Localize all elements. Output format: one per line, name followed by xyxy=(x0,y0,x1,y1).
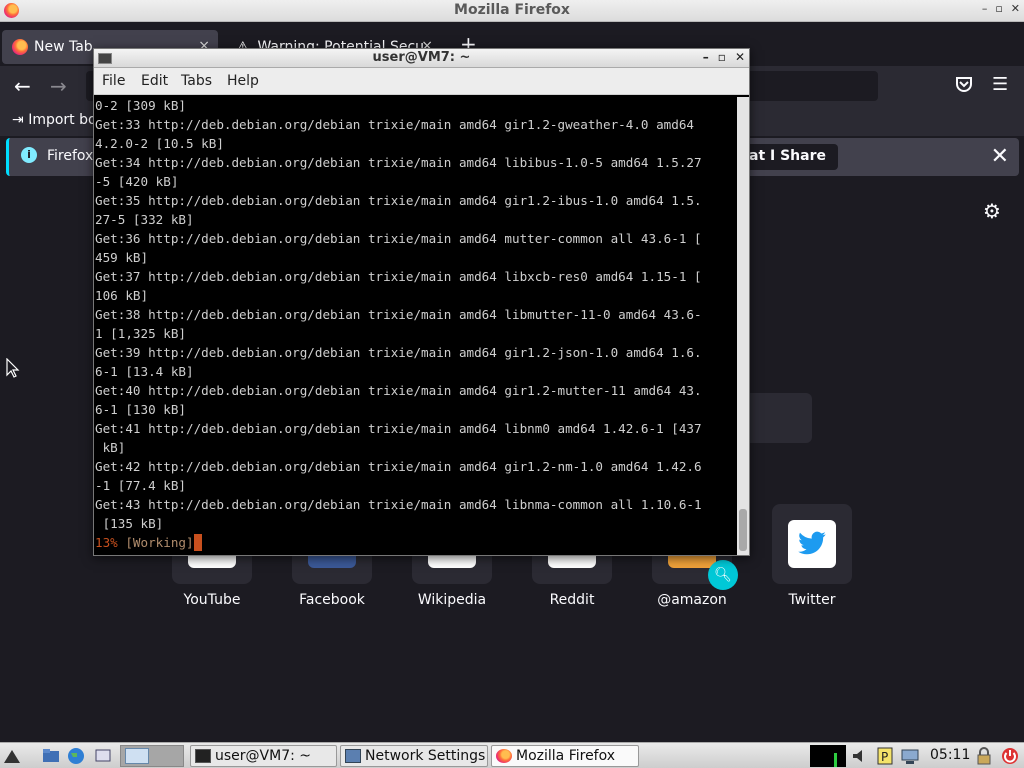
taskbar: user@VM7: ~ Network Settings Mozilla Fir… xyxy=(0,742,1024,768)
terminal-line: Get:43 http://deb.debian.org/debian trix… xyxy=(95,497,702,512)
hamburger-menu-icon[interactable]: ☰ xyxy=(992,74,1008,95)
terminal-line: 106 kB] xyxy=(95,288,149,303)
top-site-twitter[interactable]: Twitter xyxy=(752,504,872,608)
terminal-line: Get:34 http://deb.debian.org/debian trix… xyxy=(95,155,702,170)
menu-file[interactable]: File xyxy=(102,73,125,89)
terminal-line: [135 kB] xyxy=(95,516,164,531)
task-firefox[interactable]: Mozilla Firefox xyxy=(491,745,639,767)
show-desktop-icon[interactable] xyxy=(94,747,112,765)
import-bookmarks-button[interactable]: ⇥ Import bo xyxy=(12,112,97,128)
terminal-line: Get:38 http://deb.debian.org/debian trix… xyxy=(95,307,702,322)
terminal-line: Get:41 http://deb.debian.org/debian trix… xyxy=(95,421,702,436)
menu-tabs[interactable]: Tabs xyxy=(181,73,212,89)
top-site-label: @amazon xyxy=(657,592,727,608)
twitter-tile xyxy=(772,504,852,584)
terminal-line: 0-2 [309 kB] xyxy=(95,98,186,113)
minimize-icon[interactable]: – xyxy=(703,50,709,64)
info-icon: i xyxy=(21,147,37,163)
twitter-icon xyxy=(788,520,836,568)
terminal-line: Get:39 http://deb.debian.org/debian trix… xyxy=(95,345,702,360)
workspace-1[interactable] xyxy=(125,748,149,764)
terminal-icon xyxy=(195,749,211,763)
task-terminal[interactable]: user@VM7: ~ xyxy=(190,745,337,767)
maximize-icon[interactable]: ▫ xyxy=(995,2,1002,15)
notice-text: Firefox xyxy=(47,148,94,164)
gear-icon[interactable]: ⚙ xyxy=(983,199,1001,223)
top-site-label: Facebook xyxy=(299,592,365,608)
terminal-menubar: File Edit Tabs Help xyxy=(94,68,749,95)
terminal-line: 1 [1,325 kB] xyxy=(95,326,186,341)
menu-edit[interactable]: Edit xyxy=(141,73,168,89)
terminal-line: 6-1 [13.4 kB] xyxy=(95,364,194,379)
close-icon[interactable]: ✕ xyxy=(1011,2,1020,15)
text-cursor xyxy=(193,534,202,551)
top-site-label: Wikipedia xyxy=(417,592,487,608)
close-icon[interactable]: ✕ xyxy=(735,50,745,64)
terminal-line: Get:40 http://deb.debian.org/debian trix… xyxy=(95,383,702,398)
firefox-favicon-icon xyxy=(12,39,28,55)
web-browser-icon[interactable] xyxy=(67,747,85,765)
terminal-line: 6-1 [130 kB] xyxy=(95,402,186,417)
firefox-icon xyxy=(496,749,512,763)
terminal-line: -5 [420 kB] xyxy=(95,174,179,189)
cpu-bar xyxy=(834,753,837,767)
terminal-line: 4.2.0-2 [10.5 kB] xyxy=(95,136,224,151)
import-bookmarks-label: Import bo xyxy=(28,112,97,128)
terminal-line: kB] xyxy=(95,440,126,455)
task-label: Mozilla Firefox xyxy=(516,748,616,764)
search-box-fragment[interactable] xyxy=(740,393,812,443)
minimize-icon[interactable]: – xyxy=(982,2,988,15)
progress-status: [Working] xyxy=(117,535,194,550)
task-label: Network Settings xyxy=(365,748,486,764)
search-icon: 🔍︎ xyxy=(708,560,738,590)
workspace-pager[interactable] xyxy=(120,745,184,767)
terminal-line: Get:42 http://deb.debian.org/debian trix… xyxy=(95,459,702,474)
menu-help[interactable]: Help xyxy=(227,73,259,89)
power-icon[interactable] xyxy=(1001,747,1019,765)
file-manager-icon[interactable] xyxy=(42,747,60,765)
terminal-lines: 0-2 [309 kB] Get:33 http://deb.debian.org… xyxy=(95,96,735,533)
forward-button[interactable]: → xyxy=(50,74,67,98)
top-site-label: YouTube xyxy=(183,592,241,608)
window-controls: – ▫ ✕ xyxy=(982,2,1020,15)
network-settings-icon xyxy=(345,749,361,763)
pocket-icon[interactable] xyxy=(955,76,973,96)
start-menu-icon[interactable] xyxy=(3,747,21,765)
terminal-title: user@VM7: ~ xyxy=(372,50,471,65)
top-site-label: Twitter xyxy=(788,592,836,608)
task-label: user@VM7: ~ xyxy=(215,748,311,764)
terminal-output[interactable]: 0-2 [309 kB] Get:33 http://deb.debian.org… xyxy=(95,96,735,556)
terminal-line: Get:33 http://deb.debian.org/debian trix… xyxy=(95,117,694,132)
terminal-window[interactable]: user@VM7: ~ – ▫ ✕ File Edit Tabs Help 0-… xyxy=(93,48,750,556)
terminal-scrollbar[interactable] xyxy=(737,97,749,555)
maximize-icon[interactable]: ▫ xyxy=(718,50,726,64)
terminal-line: Get:35 http://deb.debian.org/debian trix… xyxy=(95,193,702,208)
volume-icon[interactable] xyxy=(851,747,869,765)
cpu-monitor xyxy=(810,745,846,767)
notice-close-icon[interactable]: ✕ xyxy=(991,144,1009,169)
terminal-titlebar[interactable]: user@VM7: ~ – ▫ ✕ xyxy=(94,49,749,68)
terminal-window-controls: – ▫ ✕ xyxy=(703,50,745,64)
package-manager-icon[interactable]: P xyxy=(876,747,894,765)
window-title: Mozilla Firefox xyxy=(454,2,570,18)
back-button[interactable]: ← xyxy=(14,74,31,98)
top-site-label: Reddit xyxy=(549,592,595,608)
scrollbar-thumb[interactable] xyxy=(739,509,747,551)
terminal-line: Get:36 http://deb.debian.org/debian trix… xyxy=(95,231,702,246)
lock-screen-icon[interactable] xyxy=(975,747,993,765)
task-network-settings[interactable]: Network Settings xyxy=(340,745,488,767)
svg-text:P: P xyxy=(881,750,888,764)
terminal-line: -1 [77.4 kB] xyxy=(95,478,186,493)
terminal-line: 459 kB] xyxy=(95,250,149,265)
terminal-line: Get:37 http://deb.debian.org/debian trix… xyxy=(95,269,702,284)
import-icon: ⇥ xyxy=(12,112,29,128)
clock[interactable]: 05:11 xyxy=(930,747,970,763)
firefox-titlebar: Mozilla Firefox – ▫ ✕ xyxy=(0,0,1024,22)
terminal-status-line: 13% [Working] xyxy=(95,533,735,552)
network-icon[interactable] xyxy=(901,747,919,765)
terminal-line: 27-5 [332 kB] xyxy=(95,212,194,227)
progress-percent: 13% xyxy=(95,535,118,550)
